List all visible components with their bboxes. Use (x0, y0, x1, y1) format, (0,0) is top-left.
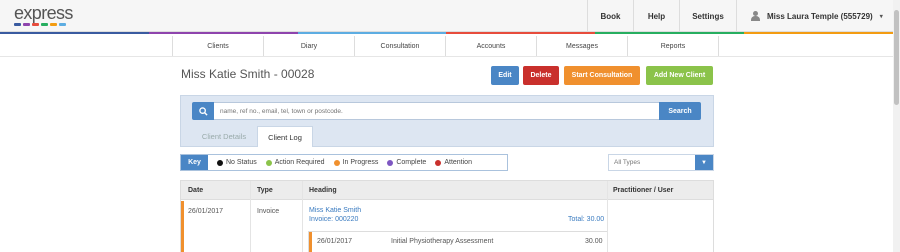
key-item-no-status: No Status (217, 159, 257, 166)
line-item-indicator (309, 232, 312, 252)
nav-accounts[interactable]: Accounts (446, 36, 537, 56)
invoice-line-item: 26/01/2017 Initial Physiotherapy Assessm… (308, 231, 607, 252)
status-dot-icon (265, 159, 272, 166)
row-status-indicator (181, 201, 184, 252)
key-item-in-progress: In Progress (333, 159, 379, 166)
key-item-complete: Complete (387, 159, 426, 166)
status-key: Key No Status Action Required In Progres… (180, 154, 508, 171)
status-dot-icon (435, 159, 442, 166)
scrollbar-thumb[interactable] (894, 10, 899, 105)
key-item-label: No Status (226, 159, 257, 166)
top-bar: express Book Help Settings Miss Laura Te… (0, 0, 893, 32)
nav-clients[interactable]: Clients (173, 36, 264, 56)
key-label: Key (181, 155, 208, 170)
key-item-label: In Progress (342, 159, 379, 166)
logo-text: express (14, 3, 73, 23)
settings-button[interactable]: Settings (679, 0, 736, 32)
status-dot-icon (333, 159, 340, 166)
nav-messages[interactable]: Messages (537, 36, 628, 56)
table-header: Date Type Heading Practitioner / User (181, 181, 713, 200)
search-input[interactable] (214, 102, 660, 120)
nav-divider (0, 56, 893, 57)
key-item-label: Attention (444, 159, 472, 166)
chevron-down-icon: ▾ (879, 13, 883, 20)
key-item-attention: Attention (435, 159, 472, 166)
row-type: Invoice (257, 208, 280, 215)
line-item-description: Initial Physiotherapy Assessment (391, 238, 494, 245)
add-new-client-button[interactable]: Add New Client (646, 66, 713, 85)
row-date: 26/01/2017 (188, 208, 224, 215)
column-header-heading[interactable]: Heading (309, 187, 337, 194)
status-dot-icon (387, 159, 394, 166)
express-logo[interactable]: express (14, 4, 73, 26)
column-header-practitioner[interactable]: Practitioner / User (613, 187, 673, 194)
user-icon (751, 11, 760, 21)
user-menu[interactable]: Miss Laura Temple (555729) ▾ (736, 0, 893, 32)
user-name: Miss Laura Temple (555729) (767, 11, 873, 21)
key-item-action-required: Action Required (265, 159, 325, 166)
nav-reports[interactable]: Reports (628, 36, 719, 56)
top-nav: Book Help Settings Miss Laura Temple (55… (587, 0, 893, 32)
type-filter-select[interactable]: All Types ▼ (608, 154, 714, 171)
key-item-label: Action Required (274, 159, 325, 166)
client-log-table: Date Type Heading Practitioner / User 26… (180, 180, 714, 252)
line-item-amount: 30.00 (585, 238, 603, 245)
page-title: Miss Katie Smith - 00028 (181, 67, 315, 81)
chevron-down-icon[interactable]: ▼ (695, 155, 713, 170)
delete-button[interactable]: Delete (523, 66, 559, 85)
column-header-date[interactable]: Date (188, 187, 203, 194)
tab-client-details[interactable]: Client Details (192, 126, 256, 146)
line-item-date: 26/01/2017 (317, 238, 353, 245)
row-invoice-link[interactable]: Invoice: 000220 (309, 216, 358, 223)
search-icon (192, 102, 214, 120)
book-button[interactable]: Book (587, 0, 633, 32)
column-divider (607, 181, 608, 252)
scrollbar[interactable] (893, 0, 900, 252)
tab-client-log[interactable]: Client Log (257, 126, 313, 147)
help-button[interactable]: Help (633, 0, 679, 32)
key-item-label: Complete (396, 159, 427, 166)
nav-diary[interactable]: Diary (264, 36, 355, 56)
row-client-link[interactable]: Miss Katie Smith (309, 207, 361, 214)
nav-consultation[interactable]: Consultation (355, 36, 446, 56)
column-header-type[interactable]: Type (257, 187, 273, 194)
column-divider (250, 181, 251, 252)
row-total: Total: 30.00 (568, 216, 605, 223)
search-button[interactable]: Search (659, 102, 701, 120)
status-dot-icon (217, 159, 223, 166)
color-strip (0, 32, 893, 34)
main-nav: Clients Diary Consultation Accounts Mess… (172, 36, 719, 56)
type-filter-value: All Types (614, 159, 641, 166)
edit-button[interactable]: Edit (491, 66, 519, 85)
logo-color-bars (14, 23, 73, 26)
column-divider (302, 181, 303, 252)
start-consultation-button[interactable]: Start Consultation (564, 66, 640, 85)
